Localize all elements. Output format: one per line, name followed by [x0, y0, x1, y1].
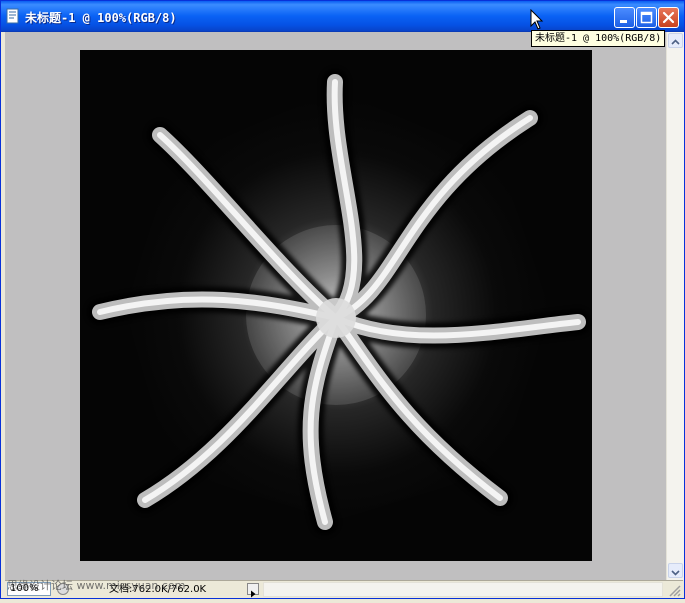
document-icon — [6, 8, 19, 24]
horizontal-scrollbar[interactable] — [263, 582, 663, 597]
scroll-up-arrow[interactable] — [668, 33, 683, 48]
spiral-light-artwork — [87, 69, 591, 535]
vertical-scrollbar[interactable] — [666, 32, 684, 580]
maximize-button[interactable] — [636, 7, 657, 28]
status-menu-button[interactable] — [247, 583, 259, 598]
chevron-up-icon — [671, 39, 680, 45]
document-image[interactable] — [80, 50, 592, 561]
watermark-text: 思缘设计论坛 www.missyuan.com — [7, 579, 186, 592]
mouse-cursor-icon — [530, 9, 544, 30]
title-tooltip: 未标题-1 @ 100%(RGB/8) — [531, 30, 666, 47]
window-title: 未标题-1 @ 100%(RGB/8) — [25, 11, 177, 25]
canvas-area[interactable] — [5, 32, 666, 580]
chevron-down-icon — [671, 570, 680, 576]
document-window: 未标题-1 @ 100%(RGB/8) 未标题-1 @ 100%(RGB/8) — [0, 0, 685, 599]
maximize-icon — [640, 11, 653, 24]
minimize-icon — [620, 20, 627, 23]
close-icon — [662, 11, 675, 24]
resize-grip-icon[interactable] — [667, 583, 681, 597]
close-button[interactable] — [658, 7, 679, 28]
scroll-down-arrow[interactable] — [668, 563, 683, 578]
minimize-button[interactable] — [614, 7, 635, 28]
title-bar[interactable]: 未标题-1 @ 100%(RGB/8) — [1, 1, 684, 32]
triangle-right-icon — [251, 590, 256, 598]
